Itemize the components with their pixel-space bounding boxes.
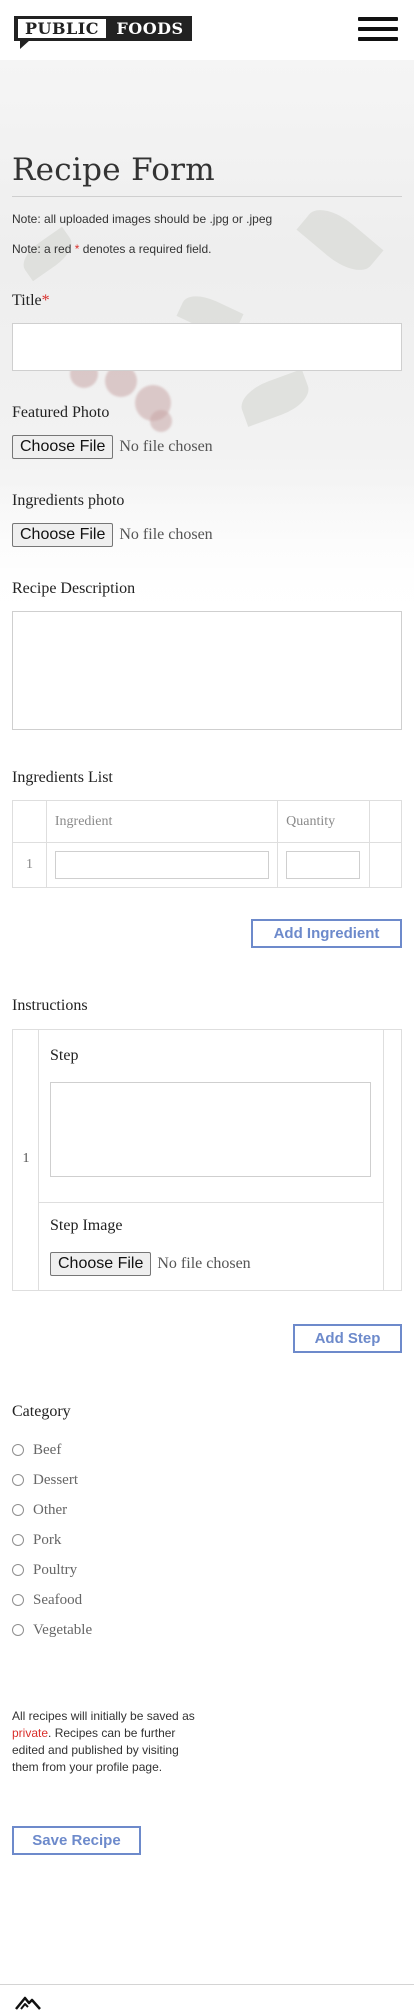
info-text-before: All recipes will initially be saved as [12, 1709, 195, 1723]
mountain-logo-icon[interactable] [15, 1994, 41, 2010]
action-column-header [369, 800, 402, 843]
radio-button[interactable] [12, 1534, 24, 1546]
title-label-text: Title [12, 292, 42, 309]
quantity-input[interactable] [286, 851, 361, 879]
featured-photo-label: Featured Photo [12, 404, 110, 421]
radio-button[interactable] [12, 1624, 24, 1636]
category-option-other[interactable]: Other [12, 1500, 67, 1520]
row-number: 1 [12, 842, 47, 888]
logo-word-foods: FOODS [116, 19, 184, 38]
title-divider [12, 196, 402, 197]
ingredients-table: Ingredient Quantity 1 [12, 800, 402, 888]
ingredient-input[interactable] [54, 851, 270, 879]
step-divider [39, 1202, 383, 1203]
radio-button[interactable] [12, 1474, 24, 1486]
save-recipe-button[interactable]: Save Recipe [12, 1826, 141, 1855]
step-image-file-input: Choose File No file chosen [50, 1252, 251, 1276]
category-option-label: Seafood [33, 1591, 83, 1608]
note-image-format: Note: all uploaded images should be .jpg… [12, 212, 273, 226]
public-foods-logo[interactable]: PUBLIC FOODS [14, 16, 192, 49]
title-label: Title* [12, 292, 50, 310]
private-save-info: All recipes will initially be saved as p… [12, 1708, 202, 1776]
ingredients-photo-choose-file-button[interactable]: Choose File [12, 523, 114, 547]
ingredients-list-label: Ingredients List [12, 769, 113, 786]
category-option-vegetable[interactable]: Vegetable [12, 1620, 92, 1640]
title-required-star: * [41, 292, 50, 309]
category-option-label: Dessert [33, 1471, 78, 1488]
site-header: PUBLIC FOODS [0, 0, 414, 58]
radio-button[interactable] [12, 1504, 24, 1516]
category-option-beef[interactable]: Beef [12, 1440, 61, 1460]
hamburger-menu-icon[interactable] [358, 17, 398, 41]
featured-photo-choose-file-button[interactable]: Choose File [12, 435, 114, 459]
category-label: Category [12, 1403, 71, 1420]
footer-divider [0, 1984, 414, 1985]
step-textarea[interactable] [50, 1082, 371, 1177]
category-option-label: Other [33, 1501, 68, 1518]
ingredients-photo-file-input: Choose File No file chosen [12, 523, 213, 547]
category-option-poultry[interactable]: Poultry [12, 1560, 77, 1580]
radio-button[interactable] [12, 1564, 24, 1576]
step-number: 1 [22, 1151, 30, 1166]
ingredients-photo-file-status: No file chosen [119, 526, 213, 543]
step-action-column [383, 1030, 401, 1290]
add-step-button[interactable]: Add Step [293, 1324, 402, 1353]
category-option-seafood[interactable]: Seafood [12, 1590, 82, 1610]
category-option-label: Beef [33, 1441, 62, 1458]
category-option-label: Pork [33, 1531, 62, 1548]
quantity-column-header: Quantity [277, 800, 371, 843]
instructions-table: 1 Step Step Image Choose File No file ch… [12, 1029, 402, 1291]
instructions-label: Instructions [12, 997, 88, 1014]
step-image-file-status: No file chosen [157, 1255, 251, 1272]
category-option-pork[interactable]: Pork [12, 1530, 61, 1550]
category-option-label: Vegetable [33, 1621, 93, 1638]
radio-button[interactable] [12, 1444, 24, 1456]
title-input[interactable] [12, 323, 402, 371]
note-required-field: Note: a red * denotes a required field. [12, 242, 211, 256]
category-option-dessert[interactable]: Dessert [12, 1470, 78, 1490]
radio-button[interactable] [12, 1594, 24, 1606]
step-label: Step [50, 1047, 79, 1064]
table-row: 1 [12, 842, 402, 888]
row-action-cell [369, 842, 402, 888]
ingredients-table-header: Ingredient Quantity [12, 800, 402, 843]
page-title: Recipe Form [12, 152, 215, 188]
private-highlight: private [12, 1726, 49, 1740]
note-required-prefix: Note: a red [12, 242, 75, 256]
step-image-label: Step Image [50, 1217, 123, 1234]
category-option-label: Poultry [33, 1561, 78, 1578]
ingredients-photo-label: Ingredients photo [12, 492, 125, 509]
step-image-choose-file-button[interactable]: Choose File [50, 1252, 152, 1276]
add-ingredient-button[interactable]: Add Ingredient [251, 919, 402, 948]
description-textarea[interactable] [12, 611, 402, 730]
note-required-suffix: denotes a required field. [79, 242, 212, 256]
featured-photo-file-input: Choose File No file chosen [12, 435, 213, 459]
ingredient-column-header: Ingredient [45, 800, 279, 843]
row-number-header [12, 800, 47, 843]
step-number-column: 1 [13, 1030, 39, 1290]
featured-photo-file-status: No file chosen [119, 438, 213, 455]
logo-word-public: PUBLIC [18, 19, 106, 38]
description-label: Recipe Description [12, 580, 136, 597]
